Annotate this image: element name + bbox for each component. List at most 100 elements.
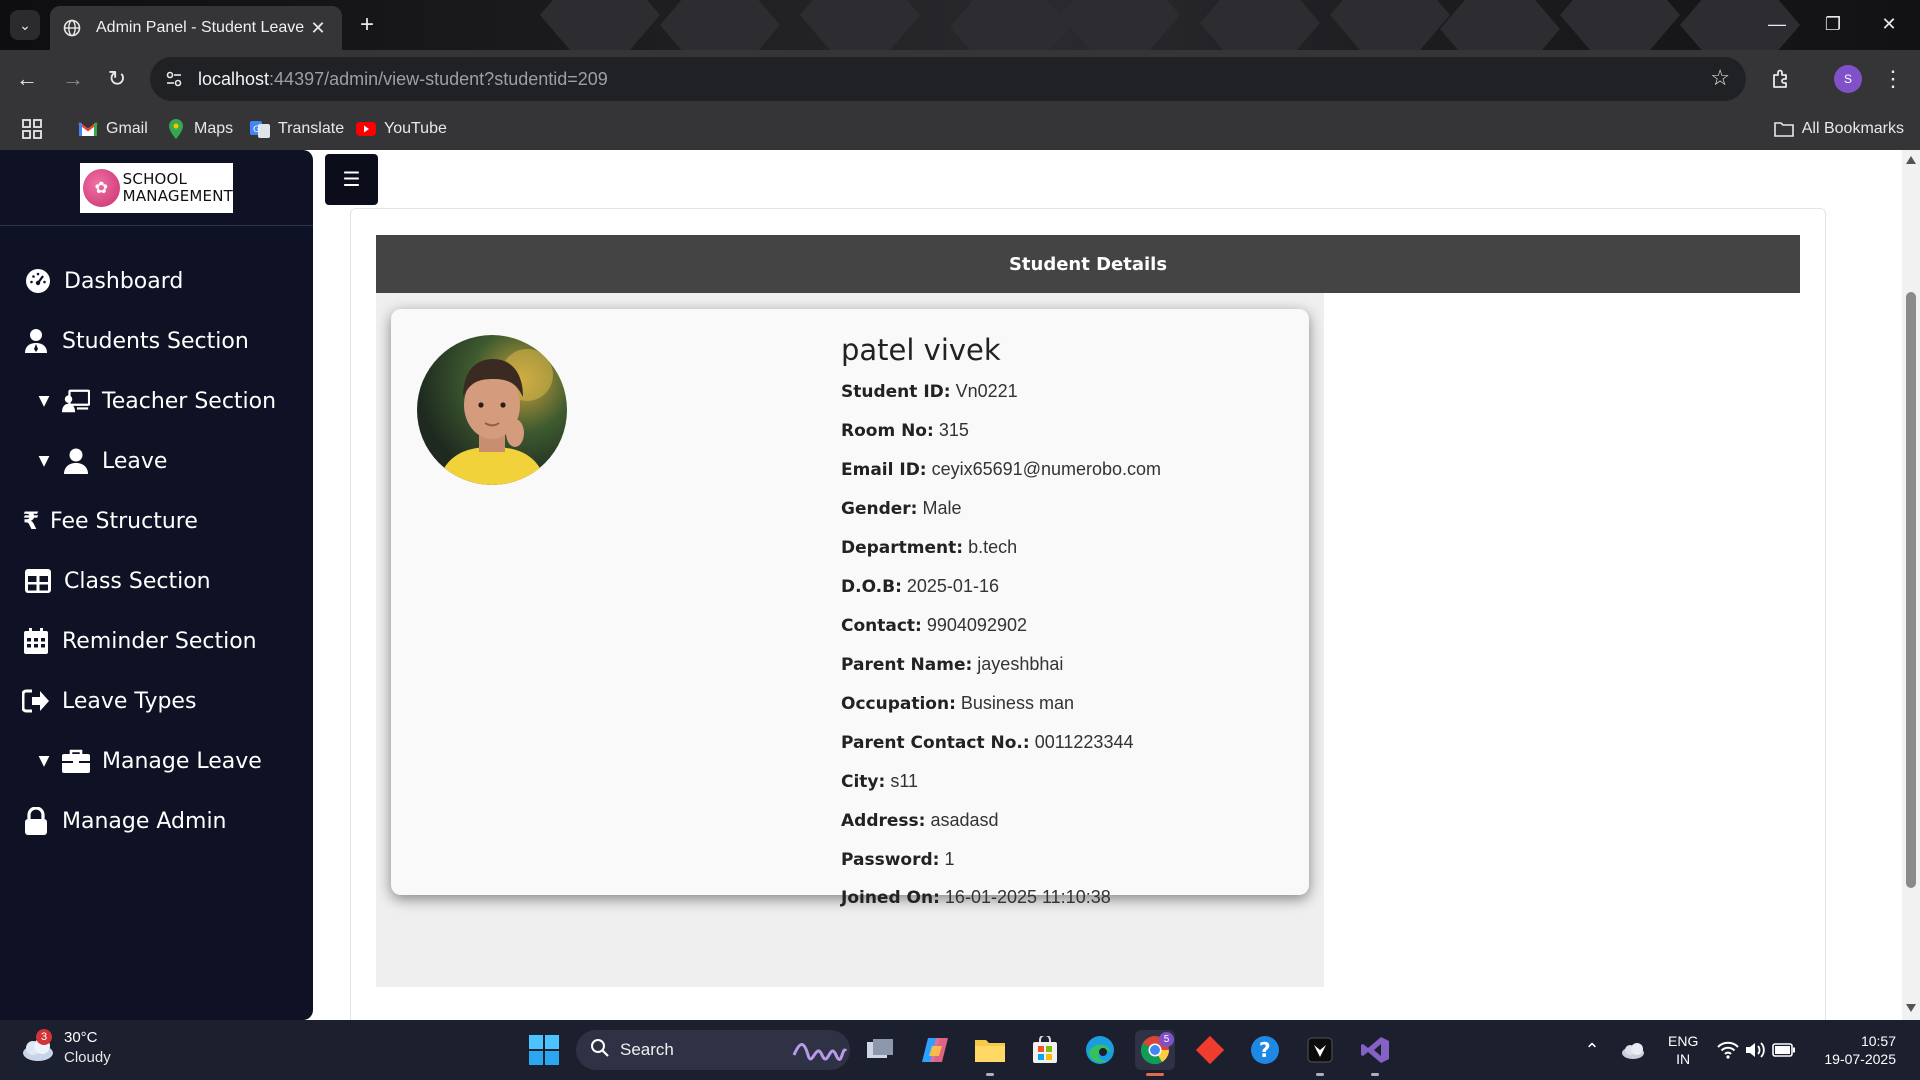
minimize-icon[interactable]: — bbox=[1754, 8, 1800, 40]
page-scrollbar[interactable] bbox=[1902, 150, 1920, 1020]
task-view-icon[interactable] bbox=[860, 1030, 900, 1070]
menu-kebab-icon[interactable]: ⋮ bbox=[1880, 64, 1906, 94]
close-window-icon[interactable]: ✕ bbox=[1866, 8, 1912, 40]
language-indicator[interactable]: ENG IN bbox=[1668, 1032, 1698, 1068]
bookmark-translate[interactable]: G Translate bbox=[250, 116, 344, 142]
weather-condition: Cloudy bbox=[64, 1049, 111, 1066]
logo-line-2: MANAGEMENT bbox=[122, 187, 233, 205]
sidebar-item-label: Dashboard bbox=[64, 268, 184, 294]
field-value: 1 bbox=[944, 849, 955, 869]
git-icon[interactable] bbox=[1190, 1030, 1230, 1070]
sidebar-item-reminder[interactable]: Reminder Section bbox=[0, 616, 313, 666]
active-tab[interactable]: Admin Panel - Student Leave ✕ bbox=[50, 6, 342, 50]
bookmark-label: Maps bbox=[194, 120, 234, 137]
bookmark-gmail[interactable]: Gmail bbox=[78, 116, 148, 142]
field-label: Email ID: bbox=[841, 460, 927, 480]
scroll-down-arrow-icon[interactable] bbox=[1906, 1004, 1916, 1012]
profile-avatar[interactable]: S bbox=[1834, 65, 1862, 93]
field-value: 0011223344 bbox=[1034, 732, 1134, 752]
field-email: Email ID: ceyix65691@numerobo.com bbox=[841, 459, 1161, 480]
visual-studio-icon[interactable] bbox=[1355, 1030, 1395, 1070]
sidebar-item-manage-leave[interactable]: ▼ Manage Leave bbox=[0, 736, 313, 786]
sidebar: ✿ SCHOOL MANAGEMENT Dashboard Students S… bbox=[0, 150, 313, 1020]
all-bookmarks-label: All Bookmarks bbox=[1801, 120, 1904, 137]
teacher-icon bbox=[62, 387, 90, 415]
all-bookmarks[interactable]: All Bookmarks bbox=[1773, 116, 1904, 142]
address-bar[interactable]: localhost:44397/admin/view-student?stude… bbox=[150, 57, 1746, 101]
weather-alert-badge: 3 bbox=[36, 1029, 52, 1045]
student-profile-card: patel vivek Student ID: Vn0221 Room No: … bbox=[391, 309, 1309, 908]
hamburger-icon: ☰ bbox=[342, 169, 361, 191]
windows-start-icon[interactable] bbox=[524, 1030, 564, 1070]
tab-strip: ⌄ Admin Panel - Student Leave ✕ + — ❐ ✕ bbox=[0, 0, 1920, 50]
field-dob: D.O.B: 2025-01-16 bbox=[841, 576, 999, 597]
field-department: Department: b.tech bbox=[841, 537, 1017, 558]
wifi-icon[interactable] bbox=[1714, 1030, 1742, 1070]
microsoft-store-icon[interactable] bbox=[1025, 1030, 1065, 1070]
file-explorer-icon[interactable] bbox=[970, 1030, 1010, 1070]
tab-search-chevron-icon[interactable]: ⌄ bbox=[10, 10, 40, 40]
help-icon[interactable]: ? bbox=[1245, 1030, 1285, 1070]
bookmarks-bar: Gmail Maps G Translate YouTube All Bookm… bbox=[0, 108, 1920, 150]
student-details-header: Student Details bbox=[376, 235, 1800, 293]
bookmark-label: Translate bbox=[278, 120, 345, 137]
chrome-icon[interactable]: 5 bbox=[1135, 1030, 1175, 1070]
reload-icon[interactable]: ↻ bbox=[102, 64, 132, 94]
sidebar-item-students[interactable]: Students Section bbox=[0, 316, 313, 366]
sidebar-item-fee[interactable]: ₹ Fee Structure bbox=[0, 496, 313, 546]
svg-text:?: ? bbox=[1259, 1038, 1271, 1062]
clock-date: 19-07-2025 bbox=[1824, 1051, 1896, 1067]
site-info-icon[interactable] bbox=[154, 59, 194, 99]
url-text: localhost:44397/admin/view-student?stude… bbox=[198, 69, 608, 90]
caret-down-icon: ▼ bbox=[38, 393, 50, 409]
sidebar-item-manage-admin[interactable]: Manage Admin bbox=[0, 796, 313, 846]
show-hidden-icons-chevron-icon[interactable]: ⌃ bbox=[1572, 1030, 1612, 1070]
sidebar-item-leave-types[interactable]: Leave Types bbox=[0, 676, 313, 726]
field-label: Occupation: bbox=[841, 694, 956, 714]
search-icon bbox=[590, 1038, 610, 1063]
globe-icon bbox=[62, 18, 82, 38]
copilot-icon[interactable] bbox=[915, 1030, 955, 1070]
close-tab-icon[interactable]: ✕ bbox=[306, 18, 330, 39]
weather-widget[interactable]: 3 30°C Cloudy bbox=[20, 1028, 111, 1068]
onedrive-icon[interactable] bbox=[1616, 1030, 1650, 1070]
restore-icon[interactable]: ❐ bbox=[1810, 8, 1856, 40]
sidebar-item-label: Students Section bbox=[62, 328, 249, 354]
field-label: Gender: bbox=[841, 499, 918, 519]
sidebar-item-label: Reminder Section bbox=[62, 628, 257, 654]
sidebar-item-label: Leave Types bbox=[62, 688, 197, 714]
edge-icon[interactable] bbox=[1080, 1030, 1120, 1070]
bookmark-maps[interactable]: Maps bbox=[166, 116, 233, 142]
field-parent-contact: Parent Contact No.: 0011223344 bbox=[841, 732, 1133, 753]
search-label: Search bbox=[620, 1040, 674, 1059]
sidebar-item-leave[interactable]: ▼ Leave bbox=[0, 436, 313, 486]
bookmark-youtube[interactable]: YouTube bbox=[356, 116, 447, 142]
back-icon[interactable]: ← bbox=[12, 64, 42, 94]
running-indicator bbox=[1371, 1073, 1379, 1076]
field-label: Room No: bbox=[841, 421, 934, 441]
extensions-icon[interactable] bbox=[1766, 64, 1796, 94]
terminal-app-icon[interactable] bbox=[1300, 1030, 1340, 1070]
bookmark-star-icon[interactable]: ☆ bbox=[1710, 65, 1730, 91]
apps-grid-icon[interactable] bbox=[22, 119, 42, 139]
field-label: D.O.B: bbox=[841, 577, 902, 597]
field-value: 9904092902 bbox=[926, 615, 1027, 635]
field-city: City: s11 bbox=[841, 771, 918, 792]
sidebar-item-class[interactable]: Class Section bbox=[0, 556, 313, 606]
running-indicator-active bbox=[1146, 1073, 1164, 1076]
scrollbar-thumb[interactable] bbox=[1906, 292, 1916, 888]
scroll-up-arrow-icon[interactable] bbox=[1906, 156, 1916, 164]
logo-area: ✿ SCHOOL MANAGEMENT bbox=[0, 150, 313, 226]
folder-icon bbox=[1773, 119, 1794, 139]
sidebar-toggle-button[interactable]: ☰ bbox=[325, 154, 378, 205]
battery-icon[interactable] bbox=[1770, 1030, 1798, 1070]
forward-icon[interactable]: → bbox=[58, 64, 88, 94]
taskbar-search[interactable]: Search bbox=[576, 1030, 850, 1070]
sidebar-item-dashboard[interactable]: Dashboard bbox=[0, 256, 313, 306]
new-tab-icon[interactable]: + bbox=[352, 10, 382, 40]
system-clock[interactable]: 10:57 19-07-2025 bbox=[1810, 1032, 1896, 1068]
volume-icon[interactable] bbox=[1742, 1030, 1770, 1070]
sidebar-item-teacher[interactable]: ▼ Teacher Section bbox=[0, 376, 313, 426]
school-logo[interactable]: ✿ SCHOOL MANAGEMENT bbox=[80, 163, 233, 213]
field-label: Student ID: bbox=[841, 382, 951, 402]
